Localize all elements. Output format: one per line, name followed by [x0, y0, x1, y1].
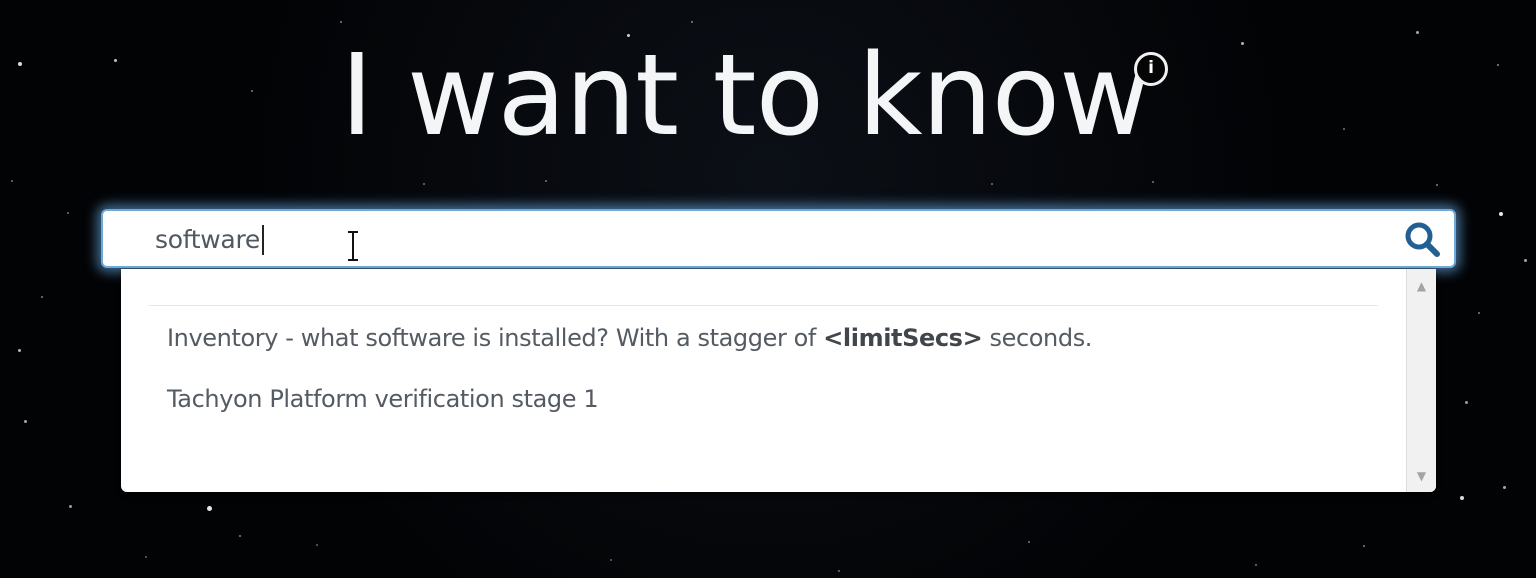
- suggestion-item-tachyon[interactable]: Tachyon Platform verification stage 1: [167, 384, 1397, 414]
- search-box: [101, 209, 1456, 268]
- ibeam-cursor-icon: [348, 231, 358, 261]
- dropdown-divider: [148, 305, 1378, 306]
- header: I want to know: [0, 36, 1536, 156]
- scroll-up-icon[interactable]: ▲: [1407, 277, 1436, 295]
- dropdown-scrollbar[interactable]: ▲ ▼: [1406, 269, 1436, 492]
- suggestion-text: Inventory - what software is installed? …: [167, 324, 824, 352]
- scroll-down-icon[interactable]: ▼: [1407, 467, 1436, 485]
- suggestions-dropdown: Inventory - what software is installed? …: [121, 269, 1436, 492]
- suggestion-text-suffix: seconds.: [982, 324, 1093, 352]
- suggestion-item-inventory[interactable]: Inventory - what software is installed? …: [167, 323, 1397, 353]
- text-cursor: [262, 225, 264, 255]
- page-title: I want to know: [340, 31, 1150, 161]
- search-input[interactable]: [155, 222, 1395, 256]
- search-button[interactable]: [1404, 221, 1444, 259]
- search-icon: [1405, 222, 1440, 257]
- suggestion-param: <limitSecs>: [823, 324, 983, 352]
- info-icon[interactable]: i: [1134, 52, 1168, 86]
